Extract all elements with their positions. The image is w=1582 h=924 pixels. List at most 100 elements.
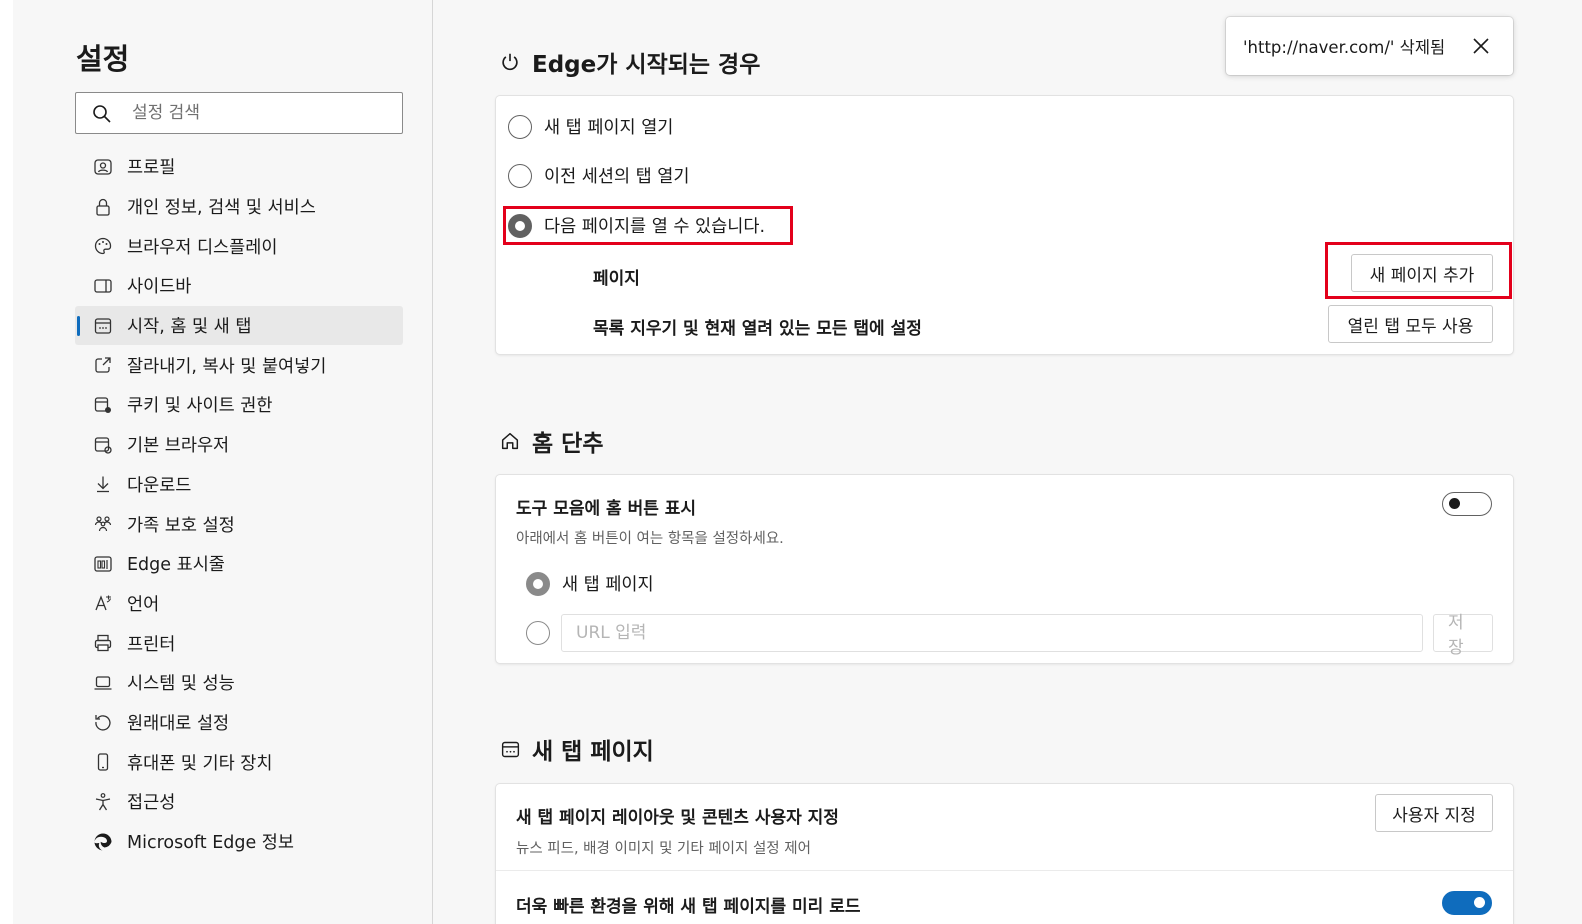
home-section-title: 홈 단추 (532, 431, 604, 457)
sidebar-item-reset[interactable]: 원래대로 설정 (75, 703, 403, 743)
reset-icon (92, 711, 114, 733)
sidebar-item-label: 휴대폰 및 기타 장치 (127, 753, 273, 774)
clear-and-use-open-tabs-label: 목록 지우기 및 현재 열려 있는 모든 탭에 설정 (593, 319, 922, 339)
sidebar-item-label: 가족 보호 설정 (127, 515, 235, 536)
home-button-card: 도구 모음에 홈 버튼 표시 아래에서 홈 버튼이 여는 항목을 설정하세요. … (496, 475, 1513, 663)
sidebar-item-accessibility[interactable]: 접근성 (75, 782, 403, 822)
sidebar-item-privacy[interactable]: 개인 정보, 검색 및 서비스 (75, 187, 403, 227)
close-icon[interactable] (1471, 36, 1491, 56)
settings-search-input[interactable] (132, 101, 392, 125)
search-icon (93, 105, 111, 123)
sidebar-item-downloads[interactable]: 다운로드 (75, 465, 403, 505)
sidebar-item-start-home-newtab[interactable]: 시작, 홈 및 새 탭 (75, 305, 403, 346)
radio-label: 새 탭 페이지 (562, 575, 654, 595)
newtab-icon (498, 737, 522, 761)
sidebar-item-cookies-permissions[interactable]: 쿠키 및 사이트 권한 (75, 385, 403, 425)
toggle-knob (1449, 498, 1460, 509)
home-section-heading: 홈 단추 (498, 424, 604, 458)
radio-button-selected[interactable] (526, 571, 550, 596)
settings-search-box[interactable] (75, 92, 403, 134)
startup-option-newtab[interactable]: 새 탭 페이지 열기 (508, 114, 673, 139)
lock-icon (92, 196, 114, 218)
sidebar-item-label: Edge 표시줄 (127, 555, 225, 576)
newtab-card: 새 탭 페이지 레이아웃 및 콘텐츠 사용자 지정 뉴스 피드, 배경 이미지 … (496, 784, 1513, 924)
settings-nav: 프로필 개인 정보, 검색 및 서비스 브라우저 디스플레이 사이드바 시작, … (75, 147, 403, 861)
settings-sidebar: 설정 프로필 개인 정보, 검색 및 서비스 브라우저 디스플레이 사이드바 시… (13, 0, 433, 924)
divider (496, 870, 1513, 871)
default-browser-icon (92, 434, 114, 456)
family-icon (92, 513, 114, 535)
pages-label: 페이지 (593, 269, 640, 289)
printer-icon (92, 632, 114, 654)
sidebar-item-label: 시스템 및 성능 (127, 674, 235, 695)
newtab-section-heading: 새 탭 페이지 (498, 732, 654, 766)
customize-newtab-label: 새 탭 페이지 레이아웃 및 콘텐츠 사용자 지정 (516, 808, 839, 828)
preload-newtab-toggle[interactable] (1442, 891, 1492, 915)
sidebar-item-system-performance[interactable]: 시스템 및 성능 (75, 663, 403, 703)
sidebar-item-phone-devices[interactable]: 휴대폰 및 기타 장치 (75, 742, 403, 782)
start-home-icon (92, 315, 114, 337)
language-icon (92, 592, 114, 614)
save-url-button[interactable]: 저장 (1433, 613, 1493, 658)
home-option-newtab[interactable]: 새 탭 페이지 (526, 571, 654, 596)
profile-icon (92, 156, 114, 178)
sidebar-item-label: 시작, 홈 및 새 탭 (127, 317, 252, 338)
sidebar-item-label: Microsoft Edge 정보 (127, 833, 295, 854)
sidebar-item-edge-bar[interactable]: Edge 표시줄 (75, 544, 403, 584)
show-home-button-toggle[interactable] (1442, 492, 1492, 516)
newtab-section-title: 새 탭 페이지 (532, 739, 654, 765)
sidebar-item-appearance[interactable]: 브라우저 디스플레이 (75, 226, 403, 266)
startup-option-previous-session[interactable]: 이전 세션의 탭 열기 (508, 163, 690, 188)
radio-button[interactable] (526, 621, 550, 645)
highlight-box (1325, 242, 1512, 299)
sidebar-item-label: 기본 브라우저 (127, 436, 230, 457)
laptop-icon (92, 672, 114, 694)
window-edge (0, 0, 13, 924)
sidebar-item-default-browser[interactable]: 기본 브라우저 (75, 425, 403, 465)
settings-main: Edge가 시작되는 경우 새 탭 페이지 열기 이전 세션의 탭 열기 다음 … (434, 0, 1582, 924)
home-option-url[interactable] (526, 621, 562, 645)
sidebar-item-languages[interactable]: 언어 (75, 584, 403, 624)
edge-logo-icon (92, 831, 114, 853)
sidebar-title: 설정 (76, 42, 130, 76)
sidebar-item-profile[interactable]: 프로필 (75, 147, 403, 187)
phone-icon (92, 751, 114, 773)
power-icon (498, 50, 522, 74)
toast-message: 'http://naver.com/' 삭제됨 (1243, 38, 1446, 57)
sidebar-item-label: 브라우저 디스플레이 (127, 237, 278, 258)
share-icon (92, 354, 114, 376)
sidebar-item-label: 원래대로 설정 (127, 713, 230, 734)
home-icon (498, 429, 522, 453)
preload-newtab-label: 더욱 빠른 환경을 위해 새 탭 페이지를 미리 로드 (516, 897, 861, 917)
sidebar-item-label: 다운로드 (127, 475, 192, 496)
show-home-button-description: 아래에서 홈 버튼이 여는 항목을 설정하세요. (516, 531, 784, 547)
sidebar-icon (92, 275, 114, 297)
radio-label: 이전 세션의 탭 열기 (544, 167, 690, 187)
sidebar-item-about-edge[interactable]: Microsoft Edge 정보 (75, 822, 403, 862)
customize-button[interactable]: 사용자 지정 (1375, 794, 1493, 832)
accessibility-icon (92, 791, 114, 813)
sidebar-item-label: 사이드바 (127, 277, 192, 298)
sidebar-item-label: 언어 (127, 594, 160, 615)
sidebar-item-share-copy-paste[interactable]: 잘라내기, 복사 및 붙여넣기 (75, 345, 403, 385)
customize-newtab-description: 뉴스 피드, 배경 이미지 및 기타 페이지 설정 제어 (516, 841, 811, 857)
sidebar-item-label: 개인 정보, 검색 및 서비스 (127, 198, 316, 219)
sidebar-item-printers[interactable]: 프린터 (75, 623, 403, 663)
sidebar-item-label: 잘라내기, 복사 및 붙여넣기 (127, 356, 327, 377)
sidebar-item-label: 쿠키 및 사이트 권한 (127, 396, 273, 417)
radio-button[interactable] (508, 114, 532, 139)
sidebar-item-label: 접근성 (127, 793, 176, 814)
cookie-permissions-icon (92, 394, 114, 416)
startup-section-title: Edge가 시작되는 경우 (532, 52, 761, 78)
radio-button[interactable] (508, 163, 532, 188)
highlight-box (503, 206, 793, 245)
sidebar-item-family[interactable]: 가족 보호 설정 (75, 504, 403, 544)
sidebar-item-label: 프로필 (127, 158, 176, 179)
sidebar-item-sidebar[interactable]: 사이드바 (75, 266, 403, 306)
home-url-input[interactable] (561, 614, 1423, 652)
palette-icon (92, 235, 114, 257)
use-all-open-tabs-button[interactable]: 열린 탭 모두 사용 (1328, 305, 1493, 343)
startup-section-heading: Edge가 시작되는 경우 (498, 45, 760, 79)
radio-label: 새 탭 페이지 열기 (544, 118, 674, 138)
show-home-button-label: 도구 모음에 홈 버튼 표시 (516, 499, 697, 519)
